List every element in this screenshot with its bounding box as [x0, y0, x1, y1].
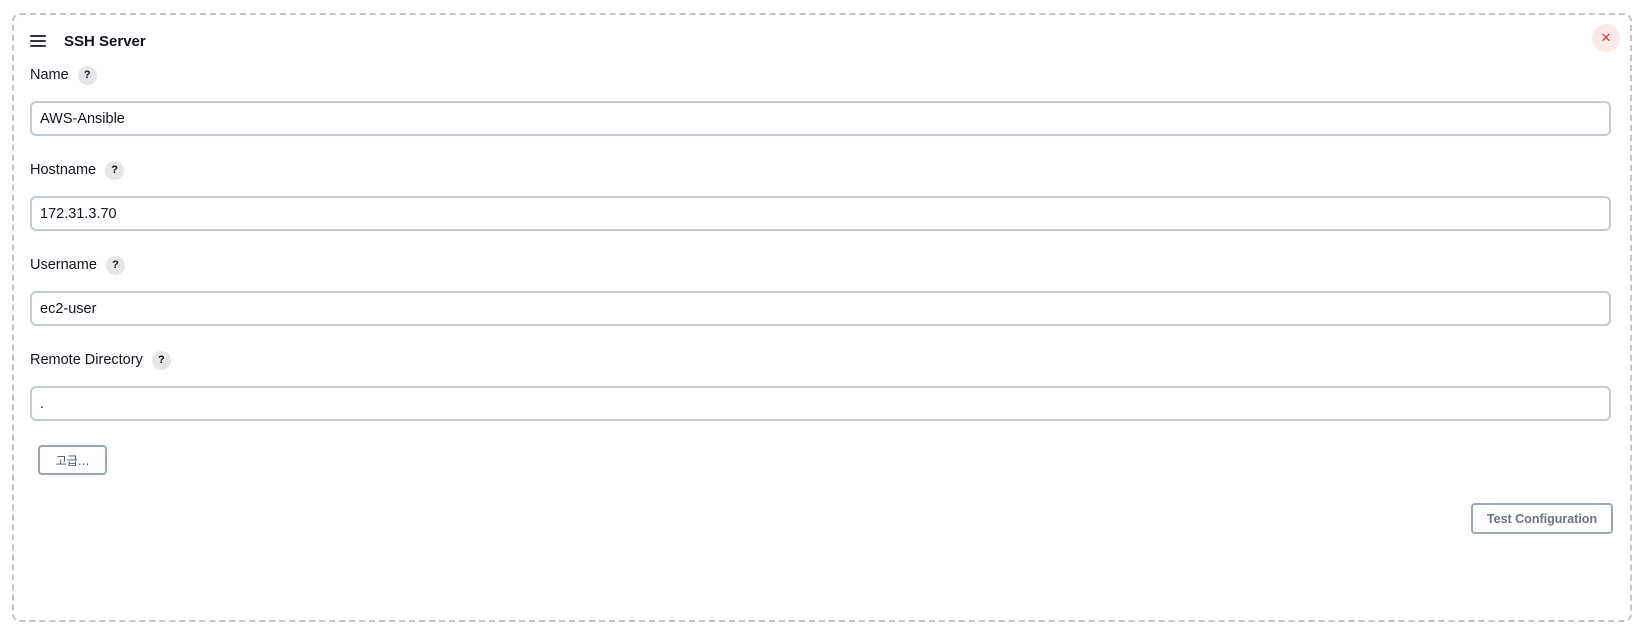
hostname-input[interactable]: [30, 196, 1611, 231]
remote-directory-label: Remote Directory: [30, 352, 143, 368]
close-icon: ✕: [1600, 30, 1612, 45]
remote-directory-help-icon[interactable]: ?: [151, 350, 171, 370]
remote-directory-field-group: Remote Directory ?: [30, 349, 1611, 421]
username-help-icon[interactable]: ?: [105, 255, 125, 275]
ssh-server-panel: SSH Server ✕ Name ? Hostname ? Username …: [12, 13, 1632, 622]
panel-header: SSH Server: [30, 30, 146, 52]
name-field-group: Name ?: [30, 64, 1611, 136]
remote-directory-input[interactable]: [30, 386, 1611, 421]
username-input[interactable]: [30, 291, 1611, 326]
hostname-help-icon[interactable]: ?: [105, 160, 125, 180]
test-configuration-button[interactable]: Test Configuration: [1471, 503, 1613, 534]
name-input[interactable]: [30, 101, 1611, 136]
advanced-button[interactable]: 고급...: [38, 445, 107, 475]
name-help-icon[interactable]: ?: [77, 65, 97, 85]
hamburger-icon[interactable]: [30, 35, 46, 47]
hostname-field-group: Hostname ?: [30, 159, 1611, 231]
panel-title: SSH Server: [64, 32, 146, 50]
hostname-label: Hostname: [30, 162, 97, 178]
username-label: Username: [30, 257, 97, 273]
username-field-group: Username ?: [30, 254, 1611, 326]
name-label: Name: [30, 67, 69, 83]
delete-button[interactable]: ✕: [1592, 24, 1620, 52]
